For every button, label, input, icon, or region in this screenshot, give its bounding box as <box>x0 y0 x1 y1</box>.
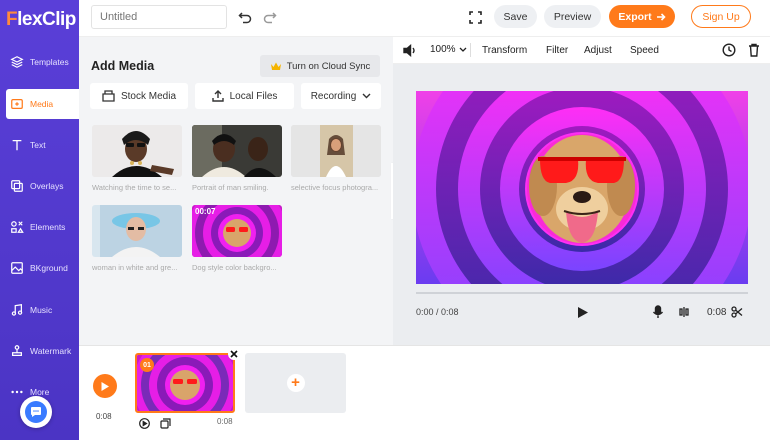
cloud-sync-button[interactable]: Turn on Cloud Sync <box>260 55 380 77</box>
background-icon <box>11 262 23 274</box>
chevron-down-icon <box>362 93 371 99</box>
sidebar-item-text[interactable]: Text <box>6 130 79 160</box>
watermark-icon <box>12 345 22 356</box>
sidebar-item-label: Elements <box>30 222 66 232</box>
thumbnail-caption: Dog style color backgro... <box>192 263 277 272</box>
playback-progress-bar[interactable] <box>416 292 748 294</box>
elements-icon <box>11 221 24 233</box>
timeline: 0:08 01 + 0:08 <box>79 345 770 440</box>
export-button[interactable]: Export <box>609 5 675 28</box>
thumbnail-caption: Portrait of man smiling. <box>192 183 269 192</box>
close-icon[interactable] <box>228 348 240 360</box>
sidebar-item-media[interactable]: Media <box>6 89 79 119</box>
crown-icon <box>270 62 281 70</box>
sidebar-item-label: Overlays <box>30 181 64 191</box>
more-icon <box>11 390 23 394</box>
clip-play-icon[interactable] <box>139 418 150 432</box>
microphone-icon[interactable] <box>652 305 664 322</box>
text-icon <box>12 139 22 151</box>
sidebar-item-bkground[interactable]: BKground <box>6 253 79 283</box>
sidebar-item-music[interactable]: Music <box>6 295 79 325</box>
plus-icon: + <box>286 374 305 392</box>
chat-button[interactable] <box>20 396 52 428</box>
adjust-button[interactable]: Adjust <box>584 45 612 56</box>
preview-button[interactable]: Preview <box>544 5 601 28</box>
duration-badge: 00:07 <box>195 207 216 216</box>
chat-icon <box>25 401 47 423</box>
sidebar-item-templates[interactable]: Templates <box>6 47 79 77</box>
media-thumbnail[interactable]: 00:07 <box>192 205 282 257</box>
recording-dropdown[interactable]: Recording <box>301 83 381 109</box>
layers-icon <box>10 56 24 68</box>
recording-label: Recording <box>310 90 357 102</box>
music-icon <box>11 304 23 316</box>
thumbnail-caption: Watching the time to se... <box>92 183 177 192</box>
upload-icon <box>211 90 224 102</box>
overlays-icon <box>11 180 23 192</box>
trash-icon[interactable] <box>748 43 760 60</box>
sidebar-item-label: Media <box>30 99 54 109</box>
flexclip-logo[interactable]: FlexClip <box>6 9 76 31</box>
volume-icon[interactable] <box>403 43 417 60</box>
play-icon[interactable] <box>577 306 589 322</box>
sidebar-item-overlays[interactable]: Overlays <box>6 171 79 201</box>
stock-media-label: Stock Media <box>120 90 177 102</box>
thumbnail-caption: selective focus photogra... <box>291 183 379 192</box>
duration-display: 0:08 <box>707 307 727 318</box>
sidebar-item-elements[interactable]: Elements <box>6 212 79 242</box>
sidebar-item-label: Templates <box>30 57 69 67</box>
sidebar-item-label: Text <box>30 140 46 150</box>
sidebar-item-label: BKground <box>30 263 68 273</box>
duplicate-icon[interactable] <box>160 418 171 432</box>
sidebar-item-label: Music <box>30 305 53 315</box>
export-label: Export <box>618 10 652 23</box>
stock-icon <box>102 90 115 102</box>
media-panel: Add Media Turn on Cloud Sync Stock Media… <box>79 37 393 345</box>
thumbnail-caption: woman in white and gre... <box>92 263 178 272</box>
arrow-right-icon <box>656 12 666 21</box>
sidebar: FlexClip Templates Media Text Overlays E… <box>0 0 79 440</box>
media-thumbnail[interactable] <box>291 125 381 177</box>
fullscreen-icon[interactable] <box>467 9 483 25</box>
chevron-down-icon <box>459 47 467 52</box>
divider <box>470 43 471 57</box>
sidebar-item-watermark[interactable]: Watermark <box>6 336 79 366</box>
zoom-value: 100% <box>430 44 456 55</box>
cloud-sync-label: Turn on Cloud Sync <box>286 60 371 72</box>
local-files-button[interactable]: Local Files <box>195 83 294 109</box>
split-icon[interactable] <box>678 306 690 321</box>
stock-media-button[interactable]: Stock Media <box>90 83 188 109</box>
speed-button[interactable]: Speed <box>630 45 659 56</box>
media-icon <box>11 99 23 109</box>
time-position: 0:00 / 0:08 <box>416 307 459 317</box>
play-icon <box>101 381 109 391</box>
clip-number-badge: 01 <box>140 358 154 372</box>
signup-button[interactable]: Sign Up <box>691 5 751 28</box>
undo-icon[interactable] <box>237 9 253 25</box>
preview-area: 0:00 / 0:08 0:08 <box>393 64 770 345</box>
save-button[interactable]: Save <box>494 5 537 28</box>
timeline-play-button[interactable] <box>93 374 117 398</box>
clock-icon[interactable] <box>722 43 736 60</box>
timeline-time: 0:08 <box>96 412 112 421</box>
media-thumbnail[interactable] <box>192 125 282 177</box>
filter-button[interactable]: Filter <box>546 45 568 56</box>
video-canvas[interactable] <box>416 91 748 284</box>
sidebar-item-label: Watermark <box>30 346 72 356</box>
project-title-input[interactable] <box>91 5 227 29</box>
add-clip-button[interactable]: + <box>245 353 346 413</box>
panel-title: Add Media <box>91 59 155 73</box>
redo-icon[interactable] <box>262 9 278 25</box>
top-bar: Save Preview Export Sign Up <box>79 0 770 37</box>
clip-duration: 0:08 <box>217 417 233 426</box>
zoom-dropdown[interactable]: 100% <box>430 44 467 55</box>
media-thumbnail[interactable] <box>92 125 182 177</box>
scissors-icon[interactable] <box>731 306 743 321</box>
timeline-clip[interactable]: 01 <box>135 353 235 413</box>
local-files-label: Local Files <box>229 90 278 102</box>
media-thumbnail[interactable] <box>92 205 182 257</box>
preview-toolbar: 100% Transform Filter Adjust Speed <box>393 37 770 64</box>
transform-button[interactable]: Transform <box>482 45 527 56</box>
